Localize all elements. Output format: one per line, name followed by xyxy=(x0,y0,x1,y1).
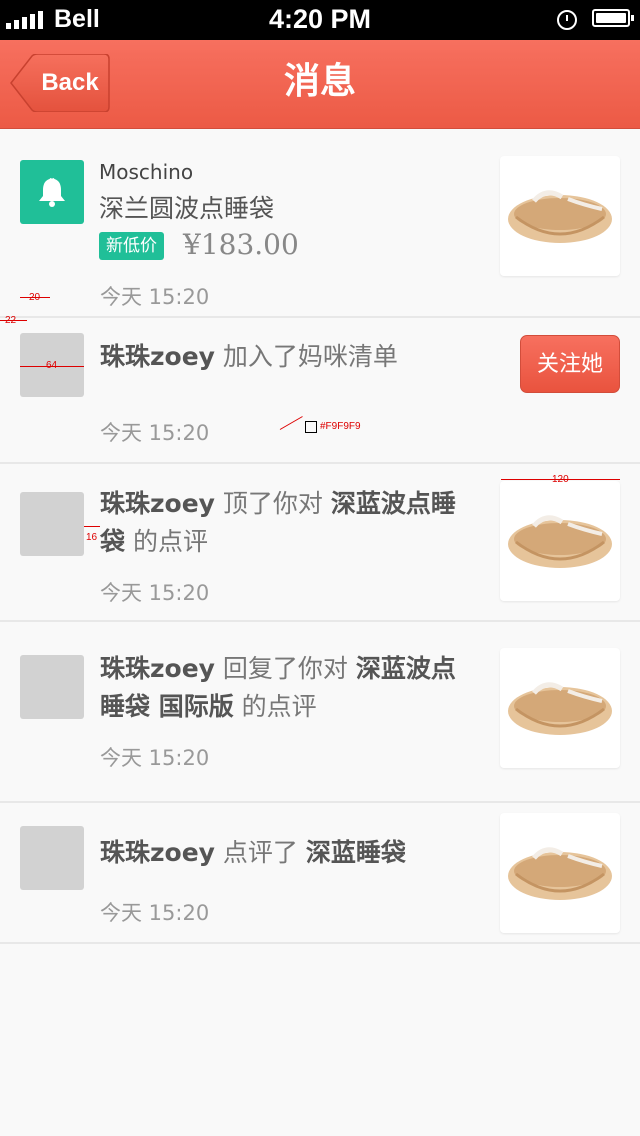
spec-gap-16: 16 xyxy=(86,532,98,543)
list-item-review[interactable]: 珠珠zoey 点评了 深蓝睡袋 今天 15:20 xyxy=(0,803,640,944)
avatar[interactable] xyxy=(20,492,84,556)
list-item-follow[interactable]: 珠珠zoey 加入了妈咪清单 今天 15:20 关注她 xyxy=(0,318,640,464)
basket-image[interactable] xyxy=(500,481,620,601)
action-text: 顶了你对 xyxy=(214,489,331,518)
product-price: ¥183.00 xyxy=(183,228,299,261)
bell-icon xyxy=(20,160,84,224)
suffix-text: 的点评 xyxy=(233,692,317,721)
navigation-bar: Back 消息 xyxy=(0,40,640,129)
follow-button[interactable]: 关注她 xyxy=(520,335,620,393)
brand-name: Moschino xyxy=(99,160,194,184)
notification-message: 珠珠zoey 点评了 深蓝睡袋 xyxy=(100,834,470,872)
user-name[interactable]: 珠珠zoey xyxy=(100,489,215,518)
notification-message: 珠珠zoey 回复了你对 深蓝波点睡袋 国际版 的点评 xyxy=(100,650,470,726)
avatar[interactable] xyxy=(20,826,84,890)
list-item-reply[interactable]: 珠珠zoey 回复了你对 深蓝波点睡袋 国际版 的点评 今天 15:20 xyxy=(0,622,640,803)
alarm-clock-icon xyxy=(557,10,577,30)
suffix-text: 的点评 xyxy=(125,527,208,556)
notification-message: 珠珠zoey 顶了你对 深蓝波点睡袋 的点评 xyxy=(100,485,470,561)
timestamp: 今天 15:20 xyxy=(100,581,210,605)
user-name[interactable]: 珠珠zoey xyxy=(100,654,215,683)
timestamp: 今天 15:20 xyxy=(100,901,210,925)
user-name[interactable]: 珠珠zoey xyxy=(100,342,215,371)
spec-margin-20: 20 xyxy=(29,292,41,303)
color-swatch xyxy=(305,421,317,433)
status-bar: Bell 4:20 PM xyxy=(0,0,640,40)
action-text: 点评了 xyxy=(214,838,306,867)
new-low-price-badge: 新低价 xyxy=(99,232,164,260)
timestamp: 今天 15:20 xyxy=(100,285,210,309)
product-name: 深兰圆波点睡袋 xyxy=(99,194,275,223)
basket-image[interactable] xyxy=(500,648,620,768)
action-text: 加入了妈咪清单 xyxy=(214,342,398,371)
avatar[interactable] xyxy=(20,655,84,719)
timestamp: 今天 15:20 xyxy=(100,746,210,770)
item-name[interactable]: 深蓝睡袋 xyxy=(306,838,406,867)
user-name[interactable]: 珠珠zoey xyxy=(100,838,215,867)
battery-icon xyxy=(592,9,634,27)
action-text: 回复了你对 xyxy=(214,654,356,683)
page-title: 消息 xyxy=(283,61,356,102)
spec-margin-22: 22 xyxy=(5,315,17,326)
spec-avatar-size: 64 xyxy=(46,360,58,371)
timestamp: 今天 15:20 xyxy=(100,421,210,445)
list-item-price-drop[interactable]: Moschino 深兰圆波点睡袋 新低价 ¥183.00 今天 15:20 xyxy=(0,129,640,318)
basket-image[interactable] xyxy=(500,156,620,276)
spec-thumb-size: 120 xyxy=(552,474,569,485)
basket-image[interactable] xyxy=(500,813,620,933)
notification-message: 珠珠zoey 加入了妈咪清单 xyxy=(100,338,470,376)
status-time: 4:20 PM xyxy=(268,4,372,34)
spec-bg-color: #F9F9F9 xyxy=(320,421,361,432)
spec-line xyxy=(84,526,100,527)
list-item-like[interactable]: 珠珠zoey 顶了你对 深蓝波点睡袋 的点评 今天 15:20 xyxy=(0,464,640,622)
